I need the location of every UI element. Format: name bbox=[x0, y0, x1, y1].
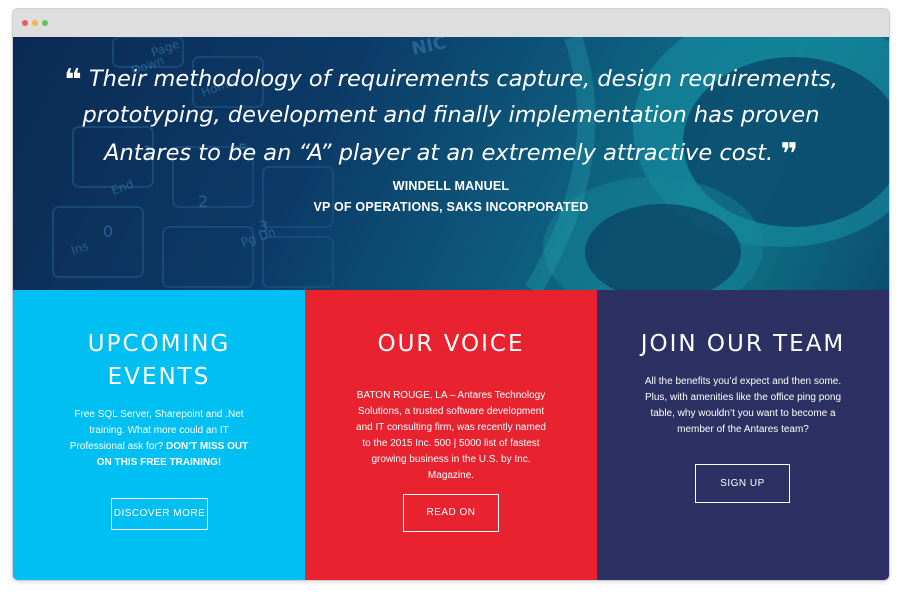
upcoming-events-body: Free SQL Server, Sharepoint and .Net tra… bbox=[13, 407, 305, 471]
our-voice-text: BATON ROUGE, LA – Antares Technology Sol… bbox=[356, 390, 546, 481]
minimize-window-dot[interactable] bbox=[32, 20, 38, 26]
testimonial-hero: Page Down Home End Ins Pg Dn 5 2 3 0 1 N… bbox=[13, 37, 889, 290]
join-team-title: JOIN OUR TEAM bbox=[640, 331, 846, 357]
testimonial-quote: ❝ Their methodology of requirements capt… bbox=[53, 59, 849, 172]
our-voice-panel: OUR VOICE BATON ROUGE, LA – Antares Tech… bbox=[305, 290, 597, 580]
our-voice-body: BATON ROUGE, LA – Antares Technology Sol… bbox=[305, 388, 597, 484]
author-title: VP OF OPERATIONS, SAKS INCORPORATED bbox=[313, 200, 589, 214]
join-team-body: All the benefits you’d expect and then s… bbox=[597, 374, 889, 438]
read-on-button[interactable]: READ ON bbox=[403, 494, 499, 532]
author-name: WINDELL MANUEL bbox=[392, 179, 510, 193]
browser-titlebar bbox=[13, 9, 889, 37]
quote-text: Their methodology of requirements captur… bbox=[82, 66, 838, 166]
maximize-window-dot[interactable] bbox=[42, 20, 48, 26]
browser-window: Page Down Home End Ins Pg Dn 5 2 3 0 1 N… bbox=[13, 9, 889, 580]
our-voice-title: OUR VOICE bbox=[377, 331, 525, 357]
discover-more-button[interactable]: DISCOVER MORE bbox=[111, 498, 208, 530]
join-team-text: All the benefits you’d expect and then s… bbox=[644, 376, 842, 435]
close-window-dot[interactable] bbox=[22, 20, 28, 26]
open-quote-icon: ❝ bbox=[64, 63, 82, 98]
sign-up-button[interactable]: SIGN UP bbox=[695, 464, 790, 503]
upcoming-events-panel: UPCOMING EVENTS Free SQL Server, Sharepo… bbox=[13, 290, 305, 580]
close-quote-icon: ❞ bbox=[780, 137, 798, 172]
join-team-panel: JOIN OUR TEAM All the benefits you’d exp… bbox=[597, 290, 889, 580]
feature-panels: UPCOMING EVENTS Free SQL Server, Sharepo… bbox=[13, 290, 889, 580]
upcoming-events-title: UPCOMING EVENTS bbox=[87, 331, 231, 390]
